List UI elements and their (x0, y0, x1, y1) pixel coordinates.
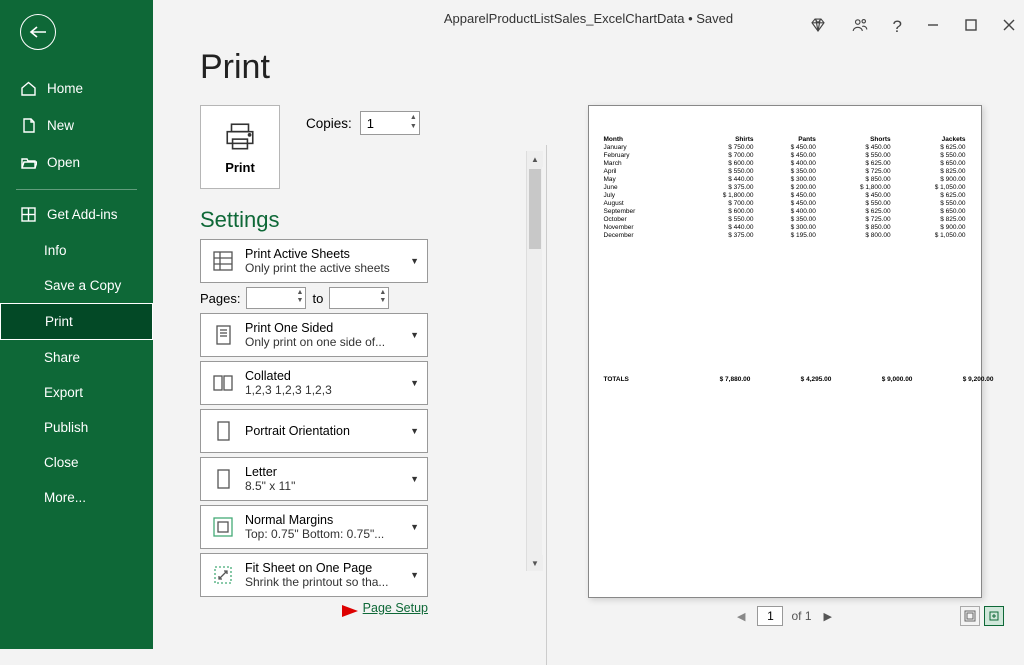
help-icon[interactable]: ? (893, 17, 902, 37)
one-sided-icon (201, 322, 245, 348)
nav-close[interactable]: Close (0, 445, 153, 480)
nav-label: Print (45, 314, 73, 329)
pages-label: Pages: (200, 291, 240, 306)
nav-export[interactable]: Export (0, 375, 153, 410)
settings-heading: Settings (200, 207, 518, 233)
show-margins-button[interactable] (960, 606, 980, 626)
print-what-combo[interactable]: Print Active SheetsOnly print the active… (200, 239, 428, 283)
premium-icon[interactable] (809, 16, 827, 38)
scroll-thumb[interactable] (529, 169, 541, 249)
nav-label: Share (44, 350, 80, 365)
scaling-combo[interactable]: Fit Sheet on One PageShrink the printout… (200, 553, 428, 597)
nav-home[interactable]: Home (0, 70, 153, 107)
nav-save-copy[interactable]: Save a Copy (0, 268, 153, 303)
nav-publish[interactable]: Publish (0, 410, 153, 445)
collated-icon (201, 370, 245, 396)
nav-label: Info (44, 243, 67, 258)
nav-more[interactable]: More... (0, 480, 153, 515)
nav-info[interactable]: Info (0, 233, 153, 268)
next-page-button[interactable]: ▶ (820, 608, 836, 625)
orientation-combo[interactable]: Portrait Orientation ▼ (200, 409, 428, 453)
nav-print[interactable]: Print (0, 303, 153, 340)
page-setup-link[interactable]: Page Setup (363, 601, 428, 615)
document-title: ApparelProductListSales_ExcelChartData •… (444, 11, 733, 26)
print-preview-page: MonthShirtsPantsShortsJacketsJanuary$ 75… (588, 105, 982, 598)
nav-label: More... (44, 490, 86, 505)
annotation-arrow (280, 603, 360, 619)
paper-icon (201, 466, 245, 492)
chevron-down-icon: ▼ (410, 330, 419, 340)
settings-scrollbar[interactable]: ▲ ▼ (526, 151, 542, 571)
chevron-down-icon: ▼ (410, 474, 419, 484)
preview-data-table: MonthShirtsPantsShortsJacketsJanuary$ 75… (603, 136, 967, 240)
portrait-icon (201, 418, 245, 444)
nav-share[interactable]: Share (0, 340, 153, 375)
scroll-down-icon[interactable]: ▼ (527, 555, 543, 571)
page-title: Print (200, 48, 1024, 87)
pages-to-input[interactable]: ▲▼ (329, 287, 389, 309)
titlebar: ApparelProductListSales_ExcelChartData •… (153, 0, 1024, 36)
home-icon (20, 80, 37, 97)
vertical-divider (546, 145, 547, 665)
preview-totals: TOTALS$ 7,880.00$ 4,295.00$ 9,000.00$ 9,… (603, 376, 995, 384)
chevron-down-icon: ▼ (410, 570, 419, 580)
paper-size-combo[interactable]: Letter8.5" x 11" ▼ (200, 457, 428, 501)
pages-from-input[interactable]: ▲▼ (246, 287, 306, 309)
nav-label: Close (44, 455, 79, 470)
zoom-to-page-button[interactable] (984, 606, 1004, 626)
back-button[interactable] (20, 14, 56, 50)
page-number-input[interactable]: 1 (757, 606, 783, 626)
print-button-label: Print (225, 160, 255, 175)
sides-combo[interactable]: Print One SidedOnly print on one side of… (200, 313, 428, 357)
margins-icon (201, 514, 245, 540)
addins-icon (20, 206, 37, 223)
nav-label: Save a Copy (44, 278, 121, 293)
chevron-down-icon: ▼ (410, 426, 419, 436)
pages-to-label: to (312, 291, 323, 306)
nav-label: Open (47, 155, 80, 170)
copies-value: 1 (367, 116, 374, 131)
scroll-up-icon[interactable]: ▲ (527, 151, 543, 167)
fit-icon (201, 562, 245, 588)
chevron-down-icon: ▼ (410, 522, 419, 532)
margins-combo[interactable]: Normal MarginsTop: 0.75" Bottom: 0.75"..… (200, 505, 428, 549)
print-button[interactable]: Print (200, 105, 280, 189)
nav-new[interactable]: New (0, 107, 153, 144)
chevron-down-icon: ▼ (410, 256, 419, 266)
copies-label: Copies: (306, 116, 352, 131)
printer-icon (223, 120, 257, 154)
open-icon (20, 154, 37, 171)
main-panel: Print Print Copies: 1 ▲▼ Settings (153, 36, 1024, 649)
nav-addins[interactable]: Get Add-ins (0, 196, 153, 233)
close-button[interactable] (1002, 18, 1016, 36)
collate-combo[interactable]: Collated1,2,3 1,2,3 1,2,3 ▼ (200, 361, 428, 405)
nav-label: Get Add-ins (47, 207, 118, 222)
nav-label: Home (47, 81, 83, 96)
prev-page-button[interactable]: ◀ (733, 608, 749, 625)
chevron-down-icon: ▼ (410, 378, 419, 388)
sheets-icon (201, 248, 245, 274)
nav-label: Publish (44, 420, 88, 435)
copies-input[interactable]: 1 ▲▼ (360, 111, 420, 135)
minimize-button[interactable] (926, 18, 940, 36)
nav-label: Export (44, 385, 83, 400)
new-icon (20, 117, 37, 134)
share-people-icon[interactable] (851, 16, 869, 38)
nav-label: New (47, 118, 74, 133)
maximize-button[interactable] (964, 18, 978, 36)
nav-separator (16, 189, 137, 190)
backstage-sidebar: Home New Open Get Add-ins Info Save a Co… (0, 0, 153, 649)
page-of-label: of 1 (791, 609, 811, 623)
nav-open[interactable]: Open (0, 144, 153, 181)
